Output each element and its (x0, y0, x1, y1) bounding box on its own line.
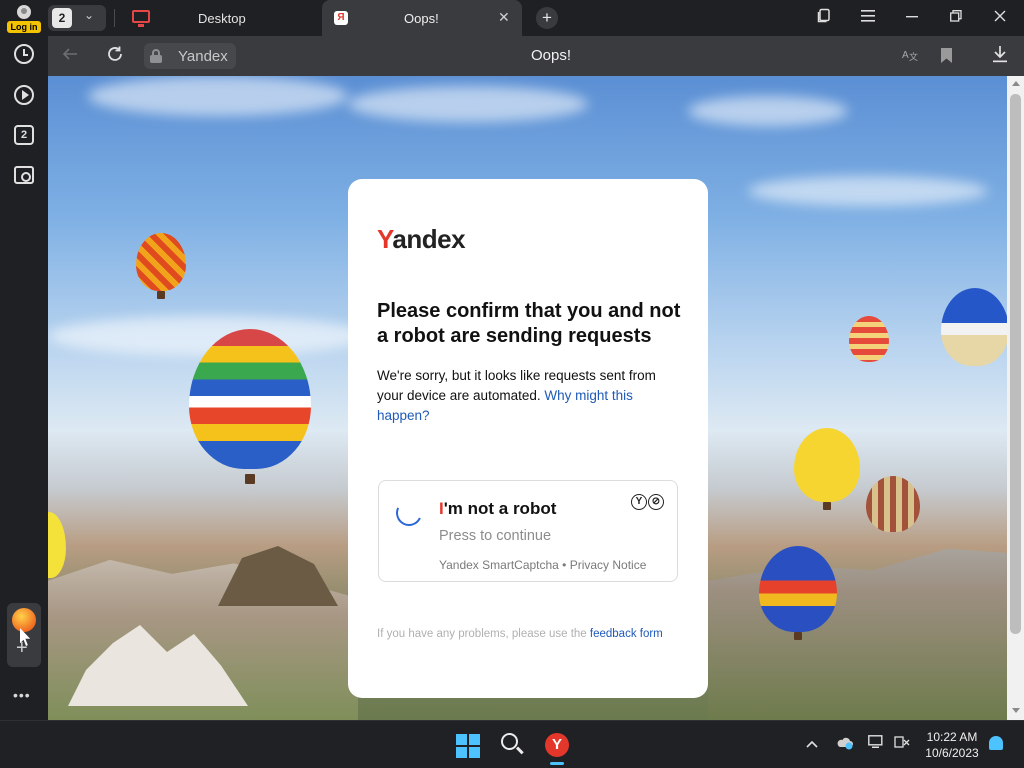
balloon (48, 512, 66, 578)
svg-text:A: A (902, 50, 909, 61)
loading-spinner-icon (392, 496, 426, 530)
system-clock[interactable]: 10:22 AM 10/6/2023 (918, 729, 986, 761)
download-icon[interactable] (992, 45, 1008, 68)
balloon-basket (245, 474, 255, 484)
yandex-logo: Yandex (377, 224, 466, 254)
menu-icon[interactable] (858, 8, 878, 28)
balloon (759, 546, 837, 632)
captcha-card: Yandex Please confirm that you and not a… (348, 179, 708, 698)
user-avatar-icon (17, 5, 31, 19)
history-icon[interactable] (14, 44, 34, 64)
monitor-icon (132, 10, 150, 27)
valley-right (708, 548, 1007, 720)
alice-icon[interactable] (12, 608, 36, 632)
balloon (941, 288, 1007, 366)
title-bar: Log in 2 ⌄ Desktop Я Oops! ✕ + (0, 0, 1024, 36)
cloud (348, 86, 588, 122)
balloon-basket (157, 291, 165, 299)
tab-collections-icon[interactable] (814, 8, 834, 28)
restore-icon[interactable] (946, 8, 966, 28)
search-icon[interactable] (501, 733, 518, 750)
balloon-basket (794, 632, 802, 640)
tab-divider (114, 9, 115, 27)
windows-start-icon[interactable] (456, 734, 480, 758)
balloon (794, 428, 860, 502)
balloon (136, 233, 186, 291)
page-title[interactable]: Oops! (48, 47, 1024, 64)
taskbar: Y 10:22 AM 10/6/2023 (0, 720, 1024, 768)
chevron-down-icon: ⌄ (84, 8, 95, 22)
not-robot-checkbox[interactable]: I'm not a robot Press to continue Yandex… (378, 480, 678, 582)
not-robot-label: I'm not a robot (439, 499, 557, 518)
notification-bell-icon[interactable] (989, 736, 1003, 750)
tab-group-switcher[interactable]: 2 ⌄ (48, 5, 106, 31)
browser-window: Log in 2 ⌄ Desktop Я Oops! ✕ + Yandex Oo… (0, 0, 1024, 768)
display-icon[interactable] (868, 735, 885, 752)
yandex-browser-icon[interactable]: Y (545, 733, 569, 765)
cloud (688, 96, 848, 126)
scroll-thumb[interactable] (1010, 94, 1021, 634)
clock-date: 10/6/2023 (925, 746, 979, 760)
captcha-footer-links[interactable]: Yandex SmartCaptcha • Privacy Notice (439, 558, 646, 572)
tab-count: 2 (52, 8, 72, 28)
balloon (866, 476, 920, 532)
minimize-icon[interactable] (902, 8, 922, 28)
login-button[interactable]: Log in (6, 2, 42, 34)
feedback-text: If you have any problems, please use the… (377, 628, 663, 640)
close-tab-icon[interactable]: ✕ (498, 9, 510, 26)
translate-icon[interactable]: A文 (902, 47, 918, 64)
network-icon[interactable] (894, 735, 910, 752)
tab-label: Desktop (198, 11, 246, 26)
svg-text:文: 文 (909, 51, 918, 61)
yandex-favicon: Я (334, 11, 348, 25)
scroll-down-icon[interactable] (1012, 708, 1020, 713)
feedback-link[interactable]: feedback form (590, 628, 663, 640)
tab-label: Oops! (404, 11, 439, 26)
chevron-up-icon[interactable] (806, 735, 818, 751)
press-to-continue: Press to continue (439, 528, 552, 544)
tabs-icon[interactable]: 2 (14, 125, 34, 145)
address-bar: Yandex Oops! A文 (48, 36, 1024, 76)
cloud (88, 76, 348, 116)
scroll-up-icon[interactable] (1012, 81, 1020, 86)
login-label: Log in (7, 21, 41, 33)
more-options-button[interactable]: ••• (13, 687, 31, 703)
rock-formation (218, 546, 338, 606)
onedrive-icon[interactable] (836, 736, 854, 753)
close-window-icon[interactable] (990, 8, 1010, 28)
page-viewport: Yandex Please confirm that you and not a… (48, 76, 1007, 720)
tab-oops[interactable]: Я Oops! ✕ (322, 0, 522, 36)
captcha-description: We're sorry, but it looks like requests … (377, 368, 656, 423)
media-player-icon[interactable] (14, 85, 34, 105)
balloon (849, 316, 889, 362)
cloud (748, 176, 988, 206)
captcha-heading: Please confirm that you and not a robot … (377, 300, 681, 347)
screenshot-icon[interactable] (14, 166, 34, 184)
balloon-basket (823, 502, 831, 510)
new-tab-button[interactable]: + (536, 7, 558, 29)
side-panel: 2 + ••• (0, 36, 48, 720)
clock-time: 10:22 AM (926, 730, 978, 744)
page-scrollbar[interactable] (1007, 76, 1024, 720)
tab-desktop[interactable]: Desktop (124, 0, 320, 36)
balloon (189, 329, 311, 469)
smartcaptcha-badge-icon: Y ⊘ (631, 492, 665, 510)
